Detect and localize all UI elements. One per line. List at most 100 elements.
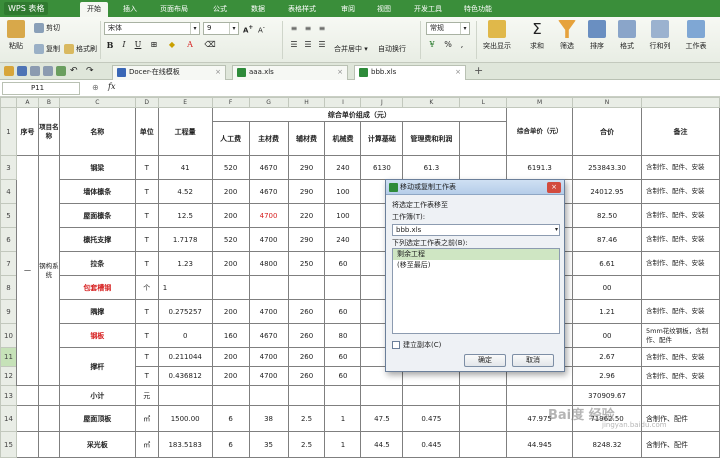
item-aux[interactable]: 290 <box>287 179 326 204</box>
underline-button[interactable]: U <box>132 39 144 51</box>
item-note[interactable]: 含制作、配件、安装 <box>640 155 720 180</box>
item-machine[interactable]: 60 <box>324 347 362 367</box>
dialog-title-bar[interactable]: 移动或复制工作表 × <box>386 180 564 195</box>
item-labor[interactable]: 200 <box>211 251 250 276</box>
empty-cell[interactable] <box>402 385 461 406</box>
column-header[interactable]: N <box>572 97 642 108</box>
align-middle-icon[interactable]: ≡ <box>302 23 314 35</box>
item-mgmt[interactable]: 0.445 <box>402 431 461 458</box>
font-color-icon[interactable]: A <box>184 39 196 51</box>
italic-button[interactable]: I <box>118 39 130 51</box>
item-machine[interactable]: 100 <box>324 179 362 204</box>
item-total[interactable]: 253843.30 <box>572 155 642 180</box>
item-qty[interactable]: 0.275257 <box>157 299 213 324</box>
header-base[interactable]: 计算基础 <box>360 121 404 156</box>
item-labor[interactable]: 160 <box>211 323 250 348</box>
column-header[interactable]: G <box>248 97 289 108</box>
item-base[interactable]: 44.5 <box>360 431 404 458</box>
item-note[interactable]: 5mm花纹钢板，含制作、配件 <box>640 323 720 348</box>
print-icon[interactable] <box>30 66 40 76</box>
item-name[interactable]: 撑杆 <box>58 347 136 386</box>
tab-table-style[interactable]: 表格样式 <box>282 2 322 17</box>
item-base[interactable]: 6130 <box>360 155 404 180</box>
cancel-button[interactable]: 取消 <box>512 354 554 367</box>
header-labor[interactable]: 人工费 <box>211 121 250 156</box>
row-header[interactable]: 14 <box>0 405 17 432</box>
app-logo[interactable]: WPS 表格 <box>4 2 49 15</box>
copy-checkbox[interactable] <box>392 341 400 349</box>
number-format-select[interactable]: 常规 ▾ <box>426 22 470 35</box>
worksheet-button[interactable]: 工作表 <box>680 20 712 60</box>
column-header[interactable]: F <box>211 97 250 108</box>
empty-cell[interactable] <box>360 385 404 406</box>
cut-button[interactable]: 剪切 <box>34 22 60 35</box>
row-header[interactable]: 15 <box>0 431 17 458</box>
item-unit[interactable]: ㎡ <box>134 431 159 458</box>
item-machine[interactable]: 1 <box>324 405 362 432</box>
item-labor[interactable]: 520 <box>211 227 250 252</box>
workbook-select[interactable]: bbb.xls ▾ <box>392 224 560 236</box>
item-machine[interactable]: 240 <box>324 155 362 180</box>
empty-cell[interactable] <box>248 385 289 406</box>
align-center-icon[interactable]: ☰ <box>302 39 314 51</box>
row-header[interactable]: 5 <box>0 203 17 228</box>
header-price-group[interactable]: 综合单价组成（元） <box>211 107 508 122</box>
row-header[interactable]: 3 <box>0 155 17 180</box>
empty-cell[interactable] <box>459 431 508 458</box>
tab-page-layout[interactable]: 页面布局 <box>154 2 194 17</box>
tab-view[interactable]: 视图 <box>370 2 398 17</box>
doc-tab-docer[interactable]: Docer-在线模板 × <box>112 65 226 80</box>
item-aux[interactable]: 260 <box>287 347 326 367</box>
copy-button[interactable]: 复制 <box>34 43 60 56</box>
close-icon[interactable]: × <box>455 66 461 79</box>
list-item[interactable]: (移至最后) <box>393 260 559 271</box>
select-all-corner[interactable] <box>0 97 17 108</box>
header-main[interactable]: 主材费 <box>248 121 289 156</box>
new-tab-icon[interactable]: + <box>474 65 484 76</box>
tab-developer[interactable]: 开发工具 <box>408 2 448 17</box>
item-machine[interactable]: 60 <box>324 299 362 324</box>
item-main[interactable] <box>248 275 289 300</box>
format-button[interactable]: 格式 <box>614 20 640 60</box>
item-unit[interactable]: T <box>134 227 159 252</box>
tab-data[interactable]: 数据 <box>244 2 272 17</box>
item-unit-price[interactable]: 6191.3 <box>506 155 574 180</box>
row-header[interactable]: 9 <box>0 299 17 324</box>
close-icon[interactable]: × <box>337 66 343 79</box>
item-base[interactable]: 47.5 <box>360 405 404 432</box>
row-header[interactable]: 12 <box>0 366 17 386</box>
fill-color-icon[interactable]: ◆ <box>166 39 178 51</box>
section-name[interactable]: 钢构系统 <box>37 155 60 386</box>
item-aux[interactable]: 260 <box>287 323 326 348</box>
conditional-format-button[interactable]: 突出显示 <box>480 20 514 60</box>
rows-cols-button[interactable]: 行和列 <box>644 20 676 60</box>
ok-button[interactable]: 确定 <box>464 354 506 367</box>
header-project[interactable]: 项目名称 <box>37 107 60 156</box>
row-header[interactable]: 13 <box>0 385 17 406</box>
tab-review[interactable]: 审阅 <box>334 2 362 17</box>
bold-button[interactable]: B <box>104 39 116 51</box>
header-total[interactable]: 合价 <box>572 107 642 156</box>
item-note[interactable]: 含制作、配件、安装 <box>640 227 720 252</box>
item-qty[interactable]: 1.23 <box>157 251 213 276</box>
font-size-select[interactable]: 9 ▾ <box>203 22 239 35</box>
item-note[interactable]: 含制作、配件、安装 <box>640 203 720 228</box>
item-main[interactable]: 38 <box>248 405 289 432</box>
erase-icon[interactable]: ⌫ <box>204 39 216 51</box>
doc-tab-bbb[interactable]: bbb.xls × <box>354 65 466 80</box>
header-seq[interactable]: 序号 <box>15 107 39 156</box>
item-total[interactable]: 8248.32 <box>572 431 642 458</box>
list-item[interactable]: 剩余工程 <box>393 249 559 260</box>
column-header[interactable] <box>640 97 720 108</box>
item-qty[interactable]: 1500.00 <box>157 405 213 432</box>
item-unit[interactable]: T <box>134 203 159 228</box>
copy-checkbox-row[interactable]: 建立副本(C) <box>392 340 441 350</box>
item-unit[interactable]: 元 <box>134 385 159 406</box>
header-unit-price[interactable]: 综合单价（元） <box>506 107 574 156</box>
item-labor[interactable]: 200 <box>211 366 250 386</box>
item-qty[interactable]: 41 <box>157 155 213 180</box>
item-machine[interactable]: 60 <box>324 366 362 386</box>
item-unit[interactable]: T <box>134 366 159 386</box>
open-folder-icon[interactable] <box>4 66 14 76</box>
item-mgmt[interactable]: 61.3 <box>402 155 461 180</box>
